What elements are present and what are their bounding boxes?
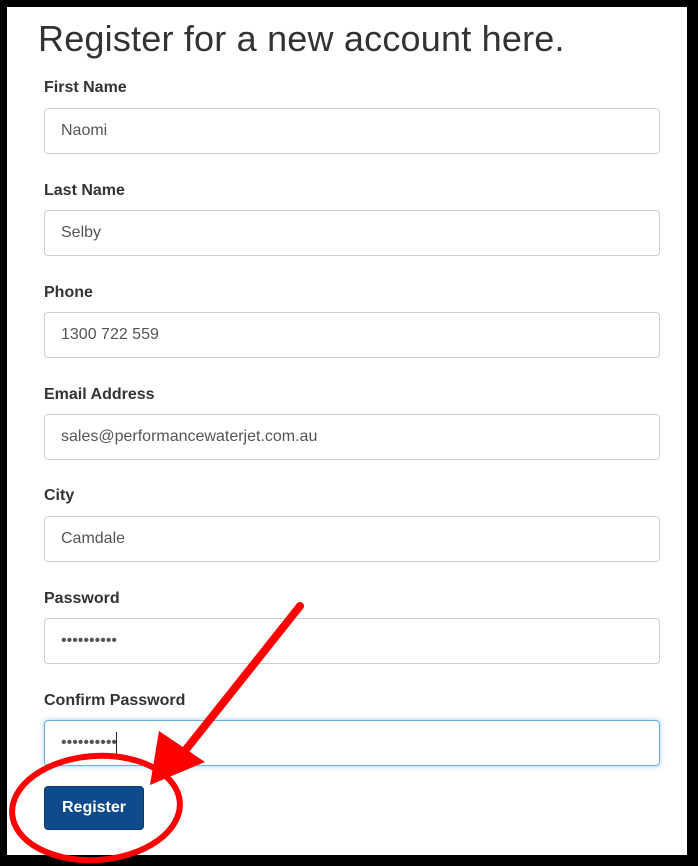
last-name-input[interactable] (44, 210, 660, 256)
register-button[interactable]: Register (44, 786, 144, 830)
page-title: Register for a new account here. (38, 18, 565, 59)
phone-input[interactable] (44, 312, 660, 358)
email-label: Email Address (44, 386, 155, 403)
city-input[interactable] (44, 516, 660, 562)
confirm-password-label: Confirm Password (44, 692, 186, 709)
confirm-password-input[interactable] (44, 720, 660, 766)
password-input[interactable] (44, 618, 660, 664)
city-label: City (44, 487, 75, 504)
first-name-input[interactable] (44, 108, 660, 154)
text-caret (116, 732, 117, 754)
last-name-label: Last Name (44, 182, 125, 199)
first-name-label: First Name (44, 79, 127, 96)
email-input[interactable] (44, 414, 660, 460)
phone-label: Phone (44, 284, 93, 301)
password-label: Password (44, 590, 120, 607)
